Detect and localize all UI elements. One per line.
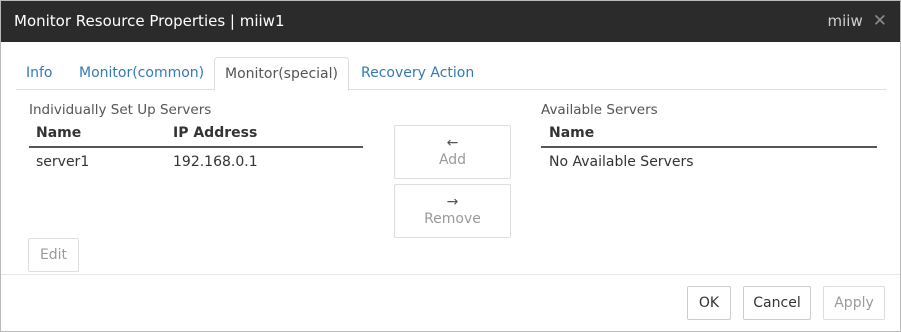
- add-button[interactable]: ← Add: [394, 125, 511, 179]
- column-header-ip-address[interactable]: IP Address: [173, 125, 257, 141]
- available-grid-header-rule: [541, 146, 877, 148]
- monitor-resource-properties-dialog: Monitor Resource Properties | miiw1 miiw…: [0, 0, 901, 332]
- tab-info[interactable]: Info: [16, 57, 63, 89]
- add-button-label: Add: [438, 152, 467, 168]
- available-column-header-name[interactable]: Name: [549, 125, 594, 141]
- title-bar: Monitor Resource Properties | miiw1 miiw…: [1, 1, 900, 42]
- tab-bar: Info Monitor(common) Monitor(special) Re…: [16, 57, 886, 91]
- arrow-right-icon: →: [446, 194, 459, 210]
- cancel-button[interactable]: Cancel: [743, 286, 811, 320]
- dialog-title: Monitor Resource Properties | miiw1: [14, 12, 285, 30]
- ok-button[interactable]: OK: [687, 286, 731, 320]
- tab-monitor-special[interactable]: Monitor(special): [214, 57, 349, 91]
- remove-button-label: Remove: [424, 211, 481, 227]
- no-available-servers-text: No Available Servers: [549, 154, 694, 170]
- tab-recovery-action[interactable]: Recovery Action: [351, 57, 484, 89]
- tab-monitor-common[interactable]: Monitor(common): [69, 57, 214, 89]
- footer-divider: [1, 274, 900, 275]
- server-ip-cell: 192.168.0.1: [173, 154, 258, 170]
- close-icon[interactable]: ✕: [873, 12, 887, 30]
- individual-grid-header-rule: [29, 146, 363, 148]
- edit-button[interactable]: Edit: [28, 238, 79, 272]
- arrow-left-icon: ←: [446, 135, 459, 151]
- server-name-cell: server1: [36, 154, 90, 170]
- apply-button[interactable]: Apply: [823, 286, 885, 320]
- title-right: miiw ✕: [828, 12, 887, 30]
- available-servers-title: Available Servers: [541, 102, 658, 118]
- user-name: miiw: [827, 12, 863, 30]
- individual-servers-title: Individually Set Up Servers: [29, 102, 212, 118]
- remove-button[interactable]: → Remove: [394, 184, 511, 238]
- column-header-name[interactable]: Name: [36, 125, 81, 141]
